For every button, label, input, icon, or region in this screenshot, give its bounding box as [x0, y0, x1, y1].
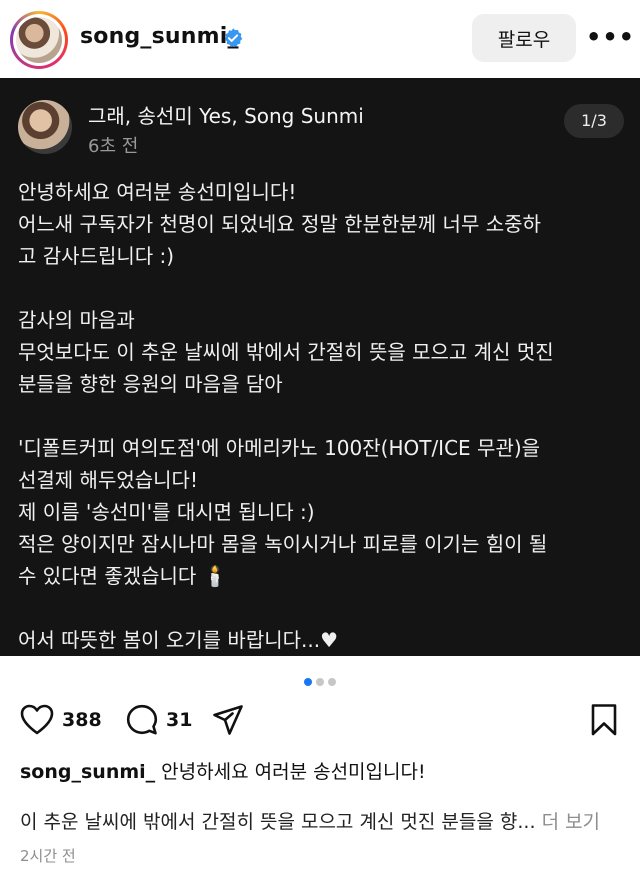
- comment-icon[interactable]: [126, 704, 158, 736]
- caption-username[interactable]: song_sunmi_: [20, 761, 155, 783]
- caption-text: 안녕하세요 여러분 송선미입니다!: [161, 761, 426, 783]
- share-icon[interactable]: [212, 704, 244, 736]
- carousel-dots: [0, 671, 640, 686]
- follow-button[interactable]: 팔로우: [472, 14, 576, 62]
- profile-avatar[interactable]: [10, 11, 68, 69]
- profile-username[interactable]: song_sunmi_: [80, 24, 239, 49]
- avatar-photo: [16, 17, 62, 63]
- carousel-page-indicator: 1/3: [564, 104, 624, 138]
- carousel-dot-1[interactable]: [304, 678, 312, 686]
- like-count: 388: [62, 709, 102, 731]
- like-action[interactable]: 388: [20, 700, 102, 740]
- see-more-link[interactable]: 더 보기: [542, 811, 600, 833]
- post-body-text: 안녕하세요 여러분 송선미입니다! 어느새 구독자가 천명이 되었네요 정말 한…: [18, 180, 554, 652]
- carousel-dot-3[interactable]: [328, 678, 336, 686]
- caption-first-line: song_sunmi_ 안녕하세요 여러분 송선미입니다!: [20, 757, 620, 784]
- profile-header: song_sunmi_ 팔로우 •••: [0, 0, 640, 78]
- post-timestamp: 2시간 전: [20, 847, 76, 865]
- post-author-name: 그래, 송선미 Yes, Song Sunmi: [88, 104, 364, 128]
- caption-preview-text: 이 추운 날씨에 밖에서 간절히 뜻을 모으고 계신 멋진 분들을 향...: [20, 811, 536, 833]
- caption-second-line: 이 추운 날씨에 밖에서 간절히 뜻을 모으고 계신 멋진 분들을 향... 더…: [20, 807, 620, 834]
- bookmark-icon[interactable]: [590, 703, 618, 737]
- avatar-inner: [13, 14, 65, 66]
- save-action[interactable]: [590, 700, 618, 740]
- post-image[interactable]: 그래, 송선미 Yes, Song Sunmi 6초 전 1/3 안녕하세요 여…: [0, 78, 640, 656]
- carousel-dot-2[interactable]: [316, 678, 324, 686]
- heart-icon[interactable]: [20, 704, 54, 736]
- verified-badge-icon: [224, 28, 243, 47]
- comment-action[interactable]: 31: [126, 700, 192, 740]
- share-action[interactable]: [212, 700, 244, 740]
- post-author-avatar: [18, 100, 72, 154]
- comment-count: 31: [166, 709, 193, 731]
- more-options-icon[interactable]: •••: [586, 22, 634, 56]
- action-bar: 388 31: [0, 700, 640, 744]
- post-time: 6초 전: [88, 136, 139, 157]
